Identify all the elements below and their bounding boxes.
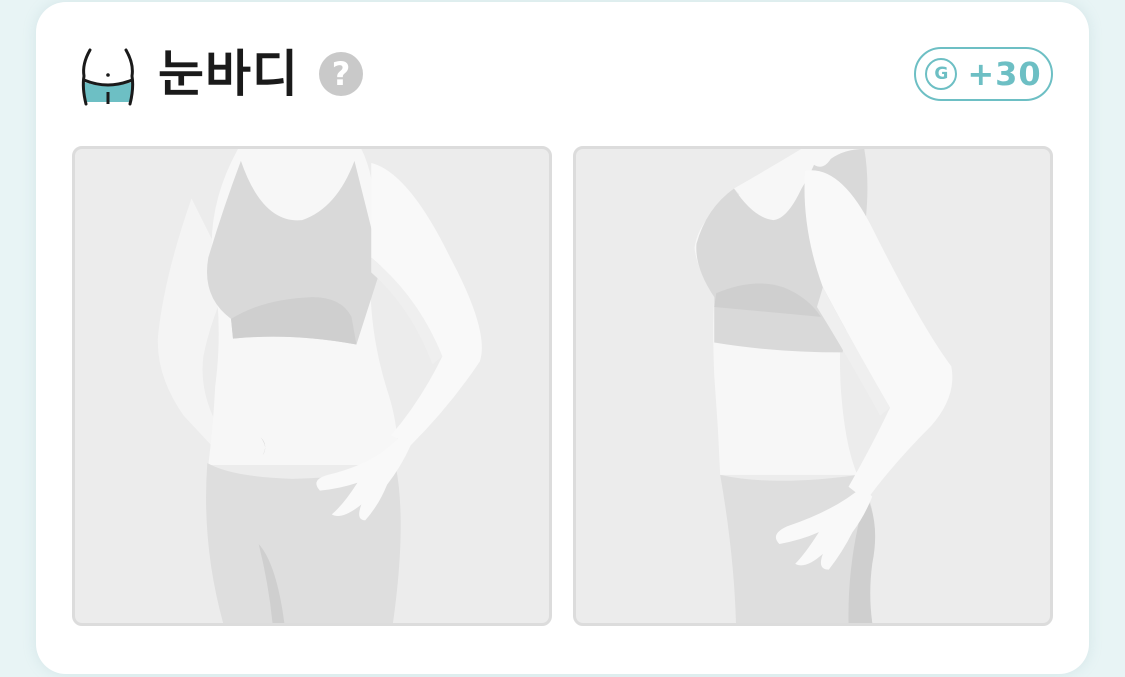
photo-slot-side[interactable] [573,146,1053,626]
waist-icon [80,42,136,106]
front-body-silhouette [157,149,482,623]
side-body-silhouette [694,149,953,623]
g-coin-icon: G [925,58,958,90]
card-header: 눈바디 ? [80,42,363,106]
points-value: +30 [967,55,1042,93]
question-icon[interactable]: ? [319,52,363,96]
points-badge: G +30 [914,47,1053,101]
noonbody-card: 눈바디 ? G +30 [36,2,1089,674]
page-title: 눈바디 [158,45,299,103]
photo-slot-front[interactable] [72,146,552,626]
